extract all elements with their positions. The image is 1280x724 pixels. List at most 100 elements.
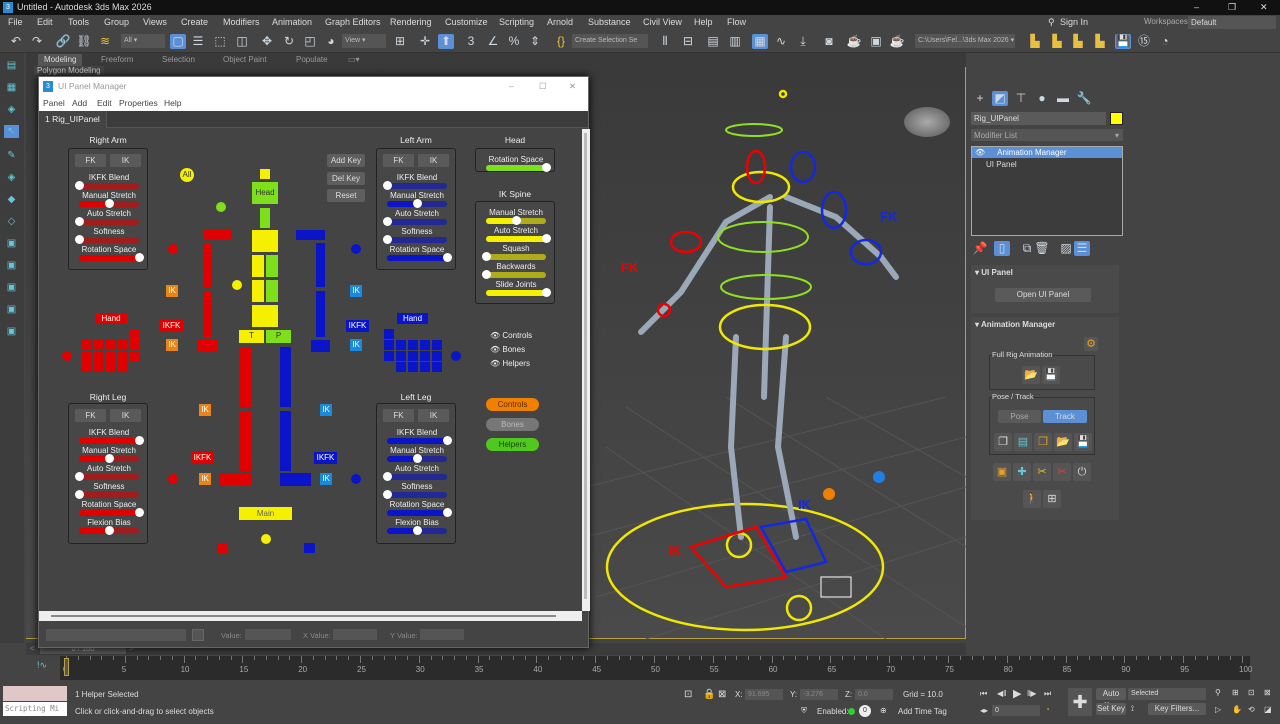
key-tangent-icon[interactable]: ⟟ [1131,704,1134,714]
del-key-button[interactable]: Del Key [327,172,365,185]
left-leg-helper-dot[interactable] [351,474,361,484]
left-forearm-control[interactable] [316,291,325,337]
dialog-menu-edit[interactable]: Edit [97,98,112,108]
tab-rig-uipanel[interactable]: 1 Rig_UIPanel [39,111,107,128]
finger-control[interactable] [106,362,116,372]
finger-control[interactable] [384,351,394,361]
snaps-toggle-icon[interactable]: 3 [463,34,479,49]
adaptive-degradation-icon[interactable]: ⛨ [801,706,807,716]
left-root-control[interactable] [304,543,315,553]
x-value-spinner[interactable] [333,629,377,640]
render-icon[interactable]: ☕ [889,34,905,49]
zoom-all-icon[interactable]: ⊞ [1232,688,1239,697]
slider[interactable] [75,235,139,244]
reset-button[interactable]: Reset [327,189,365,202]
save-pose-icon[interactable]: 💾 [1074,433,1092,451]
restore-button[interactable]: ❐ [1228,0,1236,15]
menu-create[interactable]: Create [181,17,208,27]
finger-control[interactable] [118,351,128,361]
menu-views[interactable]: Views [143,17,167,27]
finger-control[interactable] [118,340,128,350]
display-tab-icon[interactable]: ▬ [1055,91,1071,106]
select-keys-icon[interactable]: ▣ [993,463,1011,481]
slider[interactable] [486,216,546,225]
sign-in-button[interactable]: Sign In [1060,17,1088,27]
main-control[interactable]: Main [239,507,292,520]
proc-2-icon[interactable]: ◈ [4,171,19,184]
right-forearm-control[interactable] [203,291,212,337]
right-leg-helper-dot[interactable] [168,474,178,484]
slider-handle[interactable] [383,472,392,481]
right-foot-ik-button[interactable]: IK [199,473,211,485]
set-key-button[interactable]: Set Key [1096,703,1126,715]
pivot-icon[interactable]: ⊞ [392,34,408,49]
slider-handle[interactable] [75,235,84,244]
menu-civil-view[interactable]: Civil View [643,17,682,27]
ui-panel-rollout-title[interactable]: ▾ UI Panel [975,268,1013,277]
percent-snap-icon[interactable]: % [506,34,522,49]
power-icon[interactable]: ⏻ [1073,463,1091,481]
right-arm-ikfk-button[interactable]: IKFK [160,320,183,332]
link-icon[interactable]: 🔗 [55,34,71,49]
finger-control[interactable] [396,340,406,350]
right-hand-ik-button[interactable]: IK [166,339,178,351]
remove-modifier-icon[interactable]: 🗑 [1034,241,1050,256]
viewcube-icon[interactable] [904,107,950,137]
finger-control[interactable] [408,351,418,361]
save-disk-icon[interactable]: 💾 [1042,366,1060,384]
finger-control[interactable] [82,340,92,350]
slider[interactable] [387,253,452,262]
elem-icon[interactable]: ◆ [4,193,19,206]
dialog-menu-properties[interactable]: Properties [119,98,158,108]
slider-handle[interactable] [413,454,422,463]
right-upperarm-control[interactable] [203,243,212,287]
finger-control[interactable] [432,340,442,350]
slider[interactable] [79,253,144,262]
time-configuration-icon[interactable]: ◔ [1045,705,1050,714]
curve-editor-mini-icon[interactable]: !∿ [37,660,47,671]
angle-snap-icon[interactable]: ∠ [485,34,501,49]
pin-stack-icon[interactable]: 📌 [972,241,988,256]
zoom-extents-all-icon[interactable]: ⊠ [1264,688,1271,697]
slider[interactable] [75,490,139,499]
right-hand-button[interactable]: Hand [95,313,127,324]
menu-rendering[interactable]: Rendering [390,17,432,27]
slider-handle[interactable] [413,526,422,535]
stack-item-animation-manager[interactable]: 👁 Animation Manager [972,147,1122,158]
finger-control[interactable] [130,351,140,361]
dialog-vertical-scrollbar[interactable] [582,129,590,611]
left-arm-helper-dot[interactable] [351,244,361,254]
finger-control[interactable] [94,362,104,372]
left-hand-ik-button[interactable]: IK [350,339,362,351]
left-hand-button[interactable]: Hand [397,313,428,324]
tool-icon-4[interactable]: ▣ [4,303,19,316]
left-foot-ik-button[interactable]: IK [320,473,332,485]
left-arm-ik-button[interactable]: IK [350,285,362,297]
slider-handle[interactable] [105,526,114,535]
slider-handle[interactable] [383,490,392,499]
spine-ik-control-2[interactable] [266,280,278,302]
material-editor-icon[interactable]: ◙ [821,34,837,49]
left-hand-helper-dot[interactable] [451,351,461,361]
fk-button[interactable]: FK [383,154,414,167]
slider-handle[interactable] [443,253,452,262]
close-button[interactable]: ✕ [1260,0,1268,15]
modifier-list-dropdown[interactable]: Modifier List ▾ [971,129,1123,141]
head-control[interactable]: Head [252,182,278,204]
slider-handle[interactable] [105,199,114,208]
stack-options-icon[interactable]: ☰ [1074,241,1090,256]
proc-icon[interactable]: ◈ [4,103,19,116]
orbit-icon[interactable]: ⟲ [1248,705,1255,714]
paste-icon[interactable]: ▤ [1014,433,1032,451]
slider[interactable] [75,217,139,226]
manipulate-icon[interactable]: ✛ [417,34,433,49]
paint-icon[interactable]: ✎ [4,149,19,162]
add-key-icon[interactable]: ✚ [1013,463,1031,481]
finger-control[interactable] [420,351,430,361]
slider-handle[interactable] [135,436,144,445]
finger-control[interactable] [82,351,92,361]
left-leg-ikfk-button[interactable]: IKFK [314,452,337,464]
maximize-viewport-icon[interactable]: ◪ [1264,705,1272,714]
menu-file[interactable]: File [8,17,23,27]
unlink-icon[interactable]: ⛓ [76,34,92,49]
